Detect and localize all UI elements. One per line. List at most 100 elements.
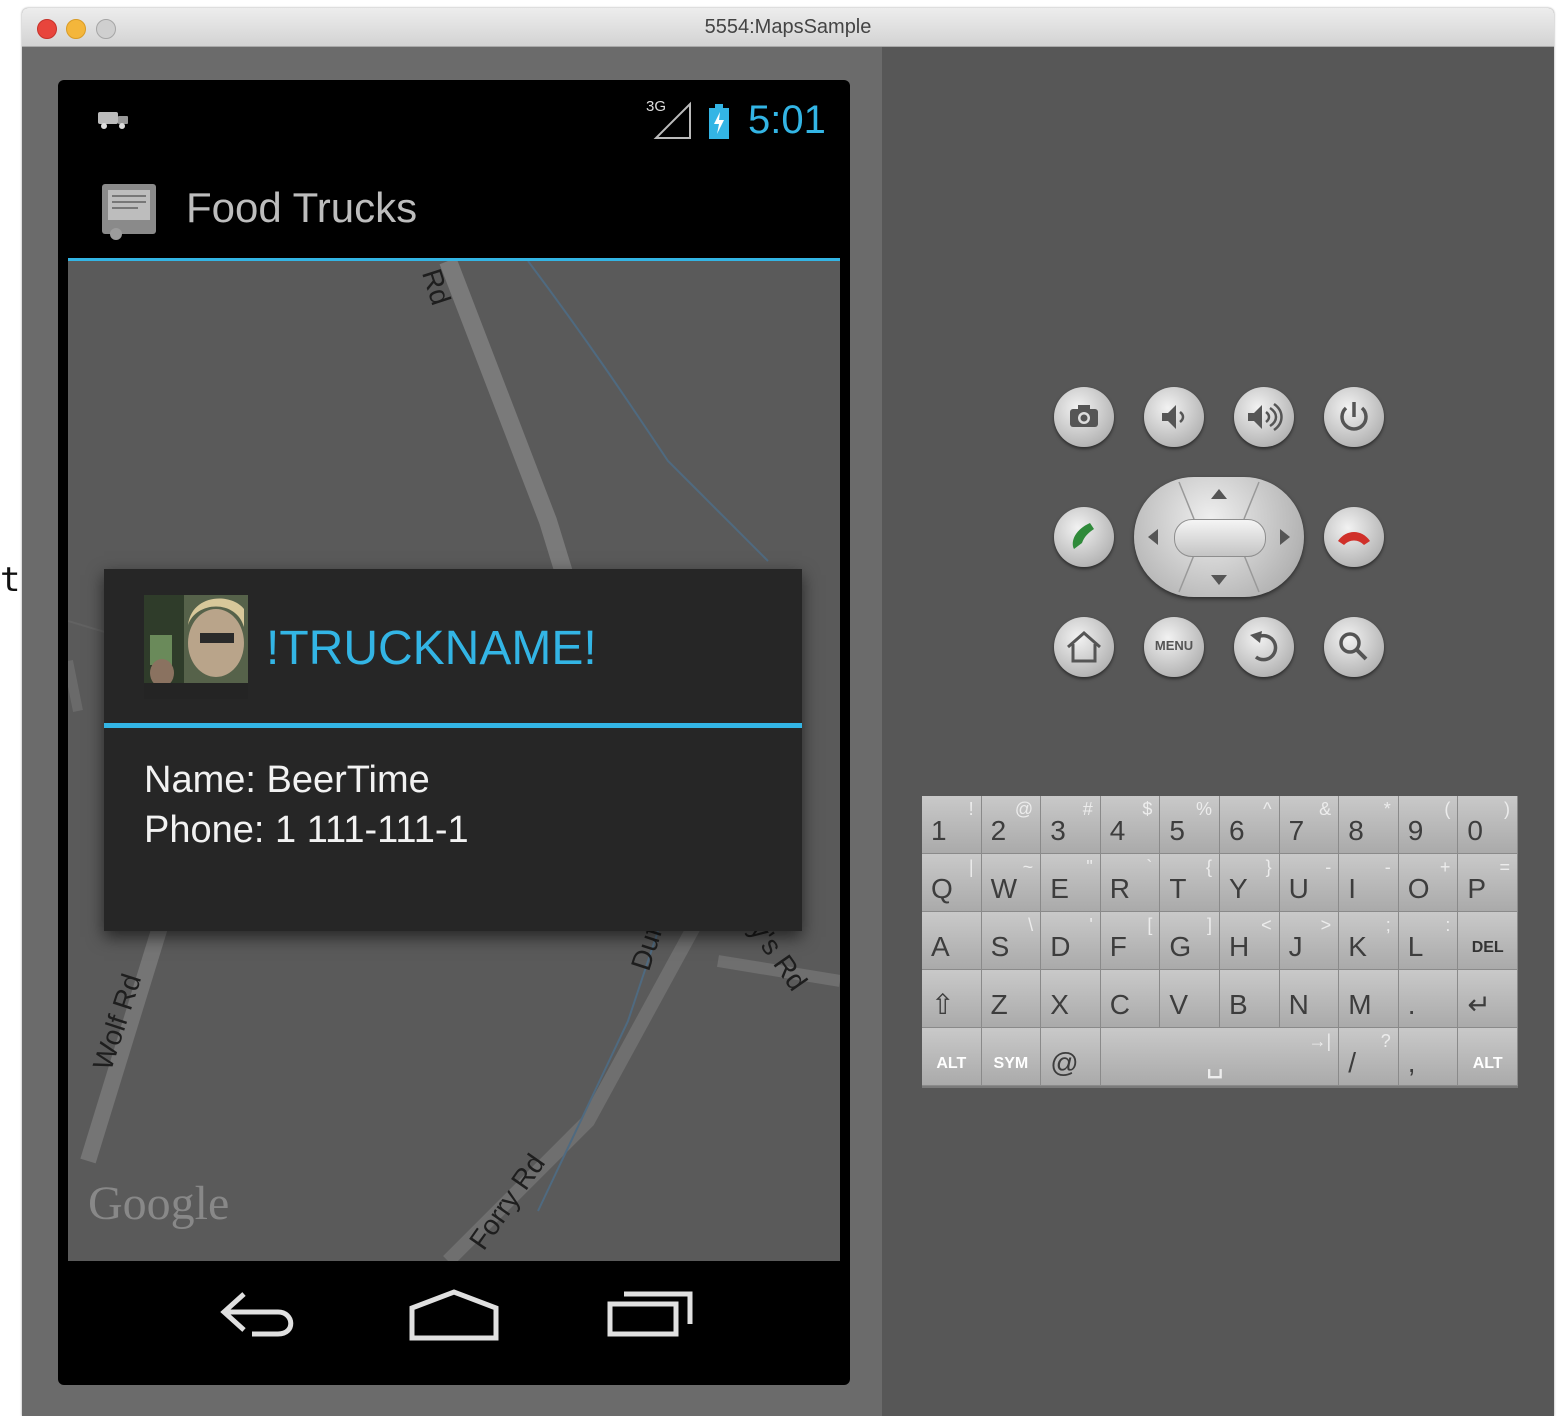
power-button[interactable] <box>1324 387 1384 447</box>
key-alt-label: | <box>968 857 974 877</box>
keyboard-key[interactable]: 3 # <box>1041 796 1101 854</box>
keyboard-key[interactable]: 4 $ <box>1100 796 1161 854</box>
key-alt-label: } <box>1265 857 1272 877</box>
key-alt-label: = <box>1499 857 1510 877</box>
keyboard-key[interactable]: 7 & <box>1279 796 1340 854</box>
keyboard-key[interactable]: W ~ <box>981 854 1042 912</box>
keyboard-key[interactable]: C <box>1100 970 1161 1028</box>
key-alt-label: ` <box>1146 857 1153 877</box>
keyboard-key[interactable]: R ` <box>1100 854 1161 912</box>
keyboard-key[interactable]: H < <box>1220 912 1280 970</box>
key-alt-label: $ <box>1142 799 1153 819</box>
google-attribution-logo: Google <box>88 1177 230 1230</box>
menu-hw-button[interactable]: MENU <box>1144 617 1204 677</box>
key-label: , <box>1407 1047 1416 1078</box>
keyboard-key[interactable]: 1! <box>922 796 982 854</box>
hardware-keyboard: 1! 2 @3 #4 $5% 6 ^ 7 & 8 * 9(0) Q | W ~ E " R ` T{Y} U - I - O + P =… <box>922 796 1518 1088</box>
key-label: Z <box>990 989 1008 1020</box>
phone-call-icon <box>1072 523 1094 549</box>
keyboard-key[interactable]: @ <box>1041 1028 1101 1086</box>
key-label: J <box>1288 931 1303 962</box>
keyboard-key[interactable]: B <box>1220 970 1280 1028</box>
window-titlebar[interactable]: 5554:MapsSample <box>22 8 1554 47</box>
keyboard-key[interactable]: DEL <box>1458 912 1518 970</box>
keyboard-key[interactable]: A <box>922 912 982 970</box>
keyboard-key[interactable]: Y} <box>1220 854 1280 912</box>
search-hw-button[interactable] <box>1324 617 1384 677</box>
keyboard-key[interactable]: ALT <box>1458 1028 1518 1086</box>
keyboard-key[interactable]: J > <box>1279 912 1340 970</box>
key-label: Q <box>931 873 953 904</box>
key-label: T <box>1169 873 1187 904</box>
keyboard-key[interactable]: 5% <box>1160 796 1220 854</box>
key-label: G <box>1169 931 1192 962</box>
keyboard-key[interactable]: , <box>1398 1028 1459 1086</box>
truck-notification-icon <box>98 112 128 129</box>
key-label: H <box>1229 931 1250 962</box>
stray-text-glyph: t <box>0 560 21 600</box>
truck-name-line: Name: BeerTime <box>144 759 430 801</box>
truck-photo <box>144 595 248 699</box>
key-alt-label: ^ <box>1263 799 1272 819</box>
dpad-center-button[interactable] <box>1174 519 1266 557</box>
keyboard-key[interactable]: D ' <box>1041 912 1101 970</box>
dpad-control[interactable] <box>1134 477 1304 597</box>
keyboard-key[interactable]: ⇧ <box>922 970 982 1028</box>
key-alt-label: ' <box>1089 915 1093 935</box>
key-alt-label: > <box>1320 915 1332 935</box>
keyboard-key[interactable]: ALT <box>922 1028 982 1086</box>
keyboard-key[interactable]: K; <box>1339 912 1399 970</box>
key-label: 7 <box>1288 815 1305 846</box>
menu-button-label: MENU <box>1154 638 1194 653</box>
keyboard-key[interactable]: G] <box>1160 912 1220 970</box>
back-nav-icon[interactable] <box>216 1288 302 1344</box>
volume-down-button[interactable] <box>1144 387 1204 447</box>
window-title: 5554:MapsSample <box>704 16 872 38</box>
keyboard-key[interactable]: . <box>1398 970 1459 1028</box>
emulator-controls-panel: MENU 1! 2 @3 #4 $5% 6 ^ 7 & 8 * 9(0) Q | W ~ E " R ` T{Y} U - I… <box>882 47 1554 1416</box>
keyboard-key[interactable]: Z <box>981 970 1042 1028</box>
camera-button[interactable] <box>1054 387 1114 447</box>
key-label: SYM <box>993 1055 1029 1072</box>
keyboard-key[interactable]: X <box>1041 970 1101 1028</box>
end-call-button[interactable] <box>1324 507 1384 567</box>
recent-apps-nav-icon[interactable] <box>606 1288 694 1344</box>
key-label: Y <box>1229 873 1248 904</box>
camera-icon <box>1070 405 1098 427</box>
volume-up-button[interactable] <box>1234 387 1294 447</box>
back-hw-button[interactable] <box>1234 617 1294 677</box>
space-key[interactable]: ␣ →| <box>1100 1028 1340 1086</box>
keyboard-key[interactable]: 0) <box>1458 796 1518 854</box>
keyboard-key[interactable]: P = <box>1458 854 1518 912</box>
keyboard-key[interactable]: SYM <box>981 1028 1042 1086</box>
keyboard-key[interactable]: I- <box>1339 854 1399 912</box>
key-alt-label: ] <box>1206 915 1212 935</box>
marker-info-window[interactable]: !TRUCKNAME! Name: BeerTime Phone: 1 111-… <box>104 569 802 931</box>
key-label: ↵ <box>1467 989 1491 1020</box>
keyboard-key[interactable]: V <box>1160 970 1220 1028</box>
keyboard-key[interactable]: 2 @ <box>981 796 1042 854</box>
keyboard-key[interactable]: E " <box>1041 854 1101 912</box>
key-label: N <box>1288 989 1309 1020</box>
home-hw-button[interactable] <box>1054 617 1114 677</box>
keyboard-key[interactable]: L: <box>1398 912 1459 970</box>
home-nav-icon[interactable] <box>408 1288 500 1344</box>
call-button[interactable] <box>1054 507 1114 567</box>
key-label: A <box>931 931 950 962</box>
keyboard-key[interactable]: 9( <box>1398 796 1459 854</box>
keyboard-key[interactable]: 8 * <box>1339 796 1399 854</box>
keyboard-key[interactable]: /? <box>1339 1028 1399 1086</box>
keyboard-key[interactable]: Q | <box>922 854 982 912</box>
keyboard-key[interactable]: O + <box>1398 854 1459 912</box>
keyboard-key[interactable]: F[ <box>1100 912 1161 970</box>
device-screen-panel: 3G 5:01 Food Trucks Rd Wolf Rd Duff H mm… <box>22 47 882 1416</box>
key-alt-label: ( <box>1444 799 1451 819</box>
keyboard-key[interactable]: 6 ^ <box>1220 796 1280 854</box>
keyboard-key[interactable]: M <box>1339 970 1399 1028</box>
keyboard-key[interactable]: N <box>1279 970 1340 1028</box>
keyboard-key[interactable]: T{ <box>1160 854 1220 912</box>
app-icon[interactable] <box>98 178 164 242</box>
keyboard-key[interactable]: U- <box>1279 854 1340 912</box>
keyboard-key[interactable]: ↵ <box>1458 970 1518 1028</box>
keyboard-key[interactable]: S \ <box>981 912 1042 970</box>
